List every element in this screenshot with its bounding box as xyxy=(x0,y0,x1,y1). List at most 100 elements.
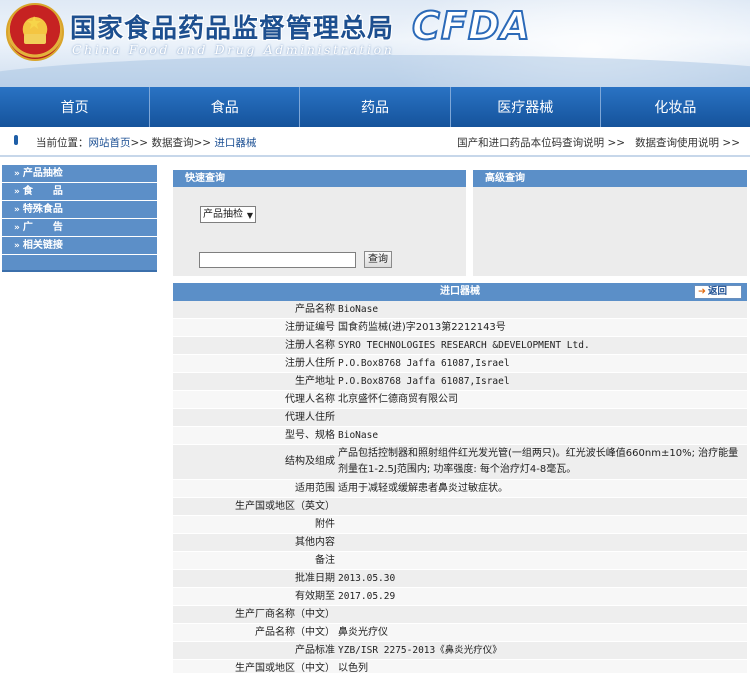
back-button[interactable]: ➜ 返回 xyxy=(694,285,742,299)
row-value xyxy=(336,498,747,515)
header-banner: ★ 国家食品药品监督管理总局 China Food and Drug Admin… xyxy=(0,0,750,87)
table-row: 型号、规格 BioNase xyxy=(173,427,747,445)
row-label: 注册人住所 xyxy=(285,358,335,369)
row-label: 备注 xyxy=(315,555,335,566)
table-row: 生产国或地区（中文） 以色列 xyxy=(173,660,747,673)
row-label: 结构及组成 xyxy=(285,456,335,467)
sidebar-item-label: 特殊食品 xyxy=(22,204,63,215)
search-input[interactable] xyxy=(199,252,356,268)
sidebar-item-label: 相关链接 xyxy=(22,240,63,251)
nav-food[interactable]: 食品 xyxy=(150,87,301,127)
nav-cosmetics[interactable]: 化妆品 xyxy=(600,87,750,127)
double-chevron-icon: » xyxy=(14,205,20,215)
site-title-cn: 国家食品药品监督管理总局 xyxy=(70,14,395,44)
table-row: 附件 xyxy=(173,516,747,534)
table-row: 产品名称（中文） 鼻炎光疗仪 xyxy=(173,624,747,642)
row-value xyxy=(336,606,747,623)
row-label: 代理人住所 xyxy=(285,412,335,423)
row-label: 生产国或地区（中文） xyxy=(235,663,335,673)
sidebar: » 产品抽检 » 食 品 » 特殊食品 » 广 告 » 相关链接 xyxy=(2,165,157,272)
sidebar-item-special-food[interactable]: » 特殊食品 xyxy=(2,201,157,219)
nav-drug[interactable]: 药品 xyxy=(300,87,451,127)
double-chevron-icon: » xyxy=(14,241,20,251)
row-value: 适用于减轻或缓解患者鼻炎过敏症状。 xyxy=(338,483,508,494)
row-value xyxy=(336,409,747,426)
breadcrumb-sep: >> xyxy=(193,137,212,149)
row-value: 北京盛怀仁德商贸有限公司 xyxy=(338,394,458,405)
row-label: 生产国或地区（英文） xyxy=(235,501,335,512)
breadcrumb-prefix: 当前位置： xyxy=(36,137,89,149)
table-row: 其他内容 xyxy=(173,534,747,552)
row-value: 2017.05.29 xyxy=(338,591,396,602)
category-select[interactable]: 产品抽检 ▼ xyxy=(200,206,256,223)
double-chevron-icon: » xyxy=(14,169,20,179)
row-value xyxy=(336,534,747,551)
table-row: 注册人住所 P.O.Box8768 Jaffa 61087,Israel xyxy=(173,355,747,373)
cfda-logo: CFDA xyxy=(411,3,531,49)
row-label: 产品名称 xyxy=(295,304,335,315)
sidebar-footer xyxy=(2,255,157,272)
banner-wave xyxy=(0,55,750,87)
table-row: 代理人住所 xyxy=(173,409,747,427)
nav-medical-device[interactable]: 医疗器械 xyxy=(450,87,601,127)
breadcrumb-data-query[interactable]: 数据查询 xyxy=(151,137,193,149)
sidebar-item-ads[interactable]: » 广 告 xyxy=(2,219,157,237)
row-label: 生产地址 xyxy=(295,376,335,387)
sidebar-item-label: 食 品 xyxy=(22,186,63,197)
sidebar-item-sampling[interactable]: » 产品抽检 xyxy=(2,165,157,183)
row-value: SYRO TECHNOLOGIES RESEARCH &DEVELOPMENT … xyxy=(338,340,590,351)
main-nav: 首页 食品 药品 医疗器械 化妆品 xyxy=(0,87,750,127)
table-row: 结构及组成 产品包括控制器和照射组件红光发光管(一组两只)。红光波长峰值660nm… xyxy=(173,445,747,480)
double-chevron-icon: » xyxy=(14,223,20,233)
sidebar-item-label: 广 告 xyxy=(22,222,63,233)
row-value: 产品包括控制器和照射组件红光发光管(一组两只)。红光波长峰值660nm±10%;… xyxy=(338,448,739,475)
drug-code-help-link[interactable]: 国产和进口药品本位码查询说明 >> xyxy=(457,135,625,150)
row-value: 2013.05.30 xyxy=(338,573,396,584)
row-value: 以色列 xyxy=(338,663,368,673)
row-value xyxy=(336,516,747,533)
nav-home[interactable]: 首页 xyxy=(0,87,151,127)
arrow-right-icon: ➜ xyxy=(698,286,706,297)
table-row: 生产厂商名称（中文） xyxy=(173,606,747,624)
row-label: 有效期至 xyxy=(295,591,335,602)
row-label: 附件 xyxy=(315,519,335,530)
breadcrumb-sep: >> xyxy=(130,137,149,149)
national-emblem-icon: ★ xyxy=(6,3,64,61)
search-button[interactable]: 查询 xyxy=(364,251,392,268)
row-value: BioNase xyxy=(338,304,379,315)
advanced-search-panel xyxy=(473,187,747,276)
table-row: 产品标准 YZB/ISR 2275-2013《鼻炎光疗仪》 xyxy=(173,642,747,660)
row-label: 型号、规格 xyxy=(285,430,335,441)
data-query-help-link[interactable]: 数据查询使用说明 >> xyxy=(635,135,740,150)
row-label: 注册人名称 xyxy=(285,340,335,351)
row-label: 产品标准 xyxy=(295,645,335,656)
row-label: 批准日期 xyxy=(295,573,335,584)
sidebar-item-related-links[interactable]: » 相关链接 xyxy=(2,237,157,255)
breadcrumb-path: 当前位置：网站首页>> 数据查询>> 进口器械 xyxy=(36,135,256,150)
row-label: 生产厂商名称（中文） xyxy=(235,609,335,620)
detail-table: 产品名称 BioNase 注册证编号 国食药监械(进)字2013第2212143号 … xyxy=(173,301,747,673)
detail-header: 进口器械 ➜ 返回 xyxy=(173,283,747,301)
table-row: 适用范围 适用于减轻或缓解患者鼻炎过敏症状。 xyxy=(173,480,747,498)
table-row: 批准日期 2013.05.30 xyxy=(173,570,747,588)
breadcrumb-home-link[interactable]: 网站首页 xyxy=(89,137,131,149)
category-select-value: 产品抽检 xyxy=(203,209,243,220)
advanced-search-header: 高级查询 xyxy=(473,170,747,187)
table-row: 注册人名称 SYRO TECHNOLOGIES RESEARCH &DEVELOP… xyxy=(173,337,747,355)
breadcrumb-import-device[interactable]: 进口器械 xyxy=(214,137,256,149)
table-row: 生产地址 P.O.Box8768 Jaffa 61087,Israel xyxy=(173,373,747,391)
row-label: 产品名称（中文） xyxy=(255,627,335,638)
row-label: 适用范围 xyxy=(295,483,335,494)
row-value: BioNase xyxy=(338,430,379,441)
table-row: 有效期至 2017.05.29 xyxy=(173,588,747,606)
detail-title: 进口器械 xyxy=(440,286,480,297)
sidebar-item-food[interactable]: » 食 品 xyxy=(2,183,157,201)
breadcrumb: 当前位置：网站首页>> 数据查询>> 进口器械 国产和进口药品本位码查询说明 >… xyxy=(0,127,750,157)
quick-search-header: 快速查询 xyxy=(173,170,466,187)
row-value: P.O.Box8768 Jaffa 61087,Israel xyxy=(338,376,510,387)
help-links: 国产和进口药品本位码查询说明 >> 数据查询使用说明 >> xyxy=(457,135,740,150)
double-chevron-icon: » xyxy=(14,187,20,197)
site-title-en: China Food and Drug Administration xyxy=(72,42,395,57)
row-label: 其他内容 xyxy=(295,537,335,548)
row-value: 国食药监械(进)字2013第2212143号 xyxy=(338,322,506,333)
